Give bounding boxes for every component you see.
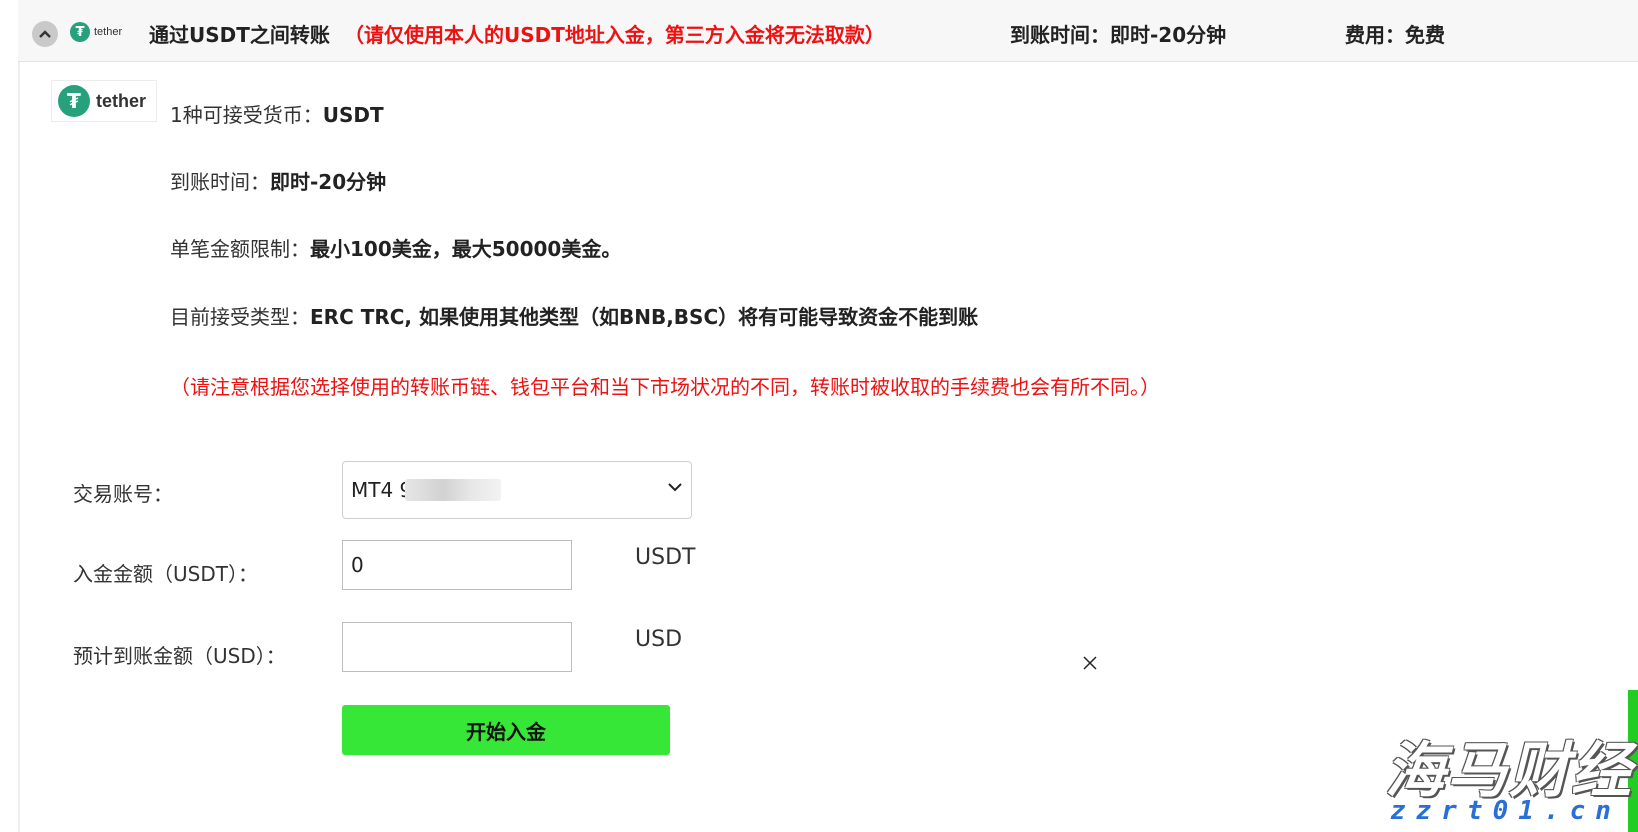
expected-amount-unit: USD [635,627,683,652]
fee-note: （请注意根据您选择使用的转账币链、钱包平台和当下市场状况的不同，转账时被收取的手… [170,375,1160,399]
method-warning: （请仅使用本人的USDT地址入金，第三方入金将无法取款） [344,23,885,47]
expected-amount-label: 预计到账金额（USD）： [73,644,286,668]
close-button[interactable] [1082,655,1098,675]
accepted-types-label: 目前接受类型： [170,305,310,329]
arrival-time: 到账时间：即时-20分钟 [170,166,386,195]
accepted-currency: 1种可接受货币：USDT [170,99,384,128]
method-title: 通过USDT之间转账 [149,23,330,47]
amount-limit: 单笔金额限制：最小100美金，最大50000美金。 [170,233,621,262]
redacted-account-number [405,479,501,501]
amount-label: 入金金额（USDT）： [73,562,258,586]
accepted-types-value: ERC TRC, 如果使用其他类型（如BNB,BSC）将有可能导致资金不能到账 [310,305,979,329]
amount-limit-value: 最小100美金，最大50000美金。 [310,237,622,261]
chevron-up-icon [39,30,51,38]
account-select-value: MT4 9 [351,478,413,502]
accepted-currency-label: 1种可接受货币： [170,103,323,127]
arrival-time-value: 即时-20分钟 [270,170,387,194]
watermark-url: zzrt01.cn [1390,796,1621,826]
tether-icon: ₮ [58,85,90,117]
tether-logo-small: ₮ tether [70,22,122,42]
amount-limit-label: 单笔金额限制： [170,237,310,261]
tether-logo-text: tether [96,90,147,111]
fee-summary: 费用：免费 [1345,23,1445,47]
arrival-time-summary: 到账时间：即时-20分钟 [1010,23,1227,47]
tether-logo-text: tether [94,26,123,38]
chevron-down-icon [668,483,682,492]
amount-input[interactable] [342,540,572,590]
close-icon [1083,656,1097,670]
payment-method-header[interactable]: ₮ tether 通过USDT之间转账 （请仅使用本人的USDT地址入金，第三方… [18,0,1638,62]
amount-unit: USDT [635,545,696,570]
accepted-types: 目前接受类型：ERC TRC, 如果使用其他类型（如BNB,BSC）将有可能导致… [170,301,978,330]
account-select[interactable]: MT4 9 [342,461,692,519]
start-deposit-button[interactable]: 开始入金 [342,705,670,755]
collapse-button[interactable] [32,21,58,47]
account-label: 交易账号： [73,482,173,506]
expected-amount-input[interactable] [342,622,572,672]
arrival-time-label: 到账时间： [170,170,270,194]
accepted-currency-value: USDT [322,103,384,127]
tether-logo: ₮ tether [51,80,157,122]
panel-border [18,62,20,832]
tether-icon: ₮ [70,22,90,42]
